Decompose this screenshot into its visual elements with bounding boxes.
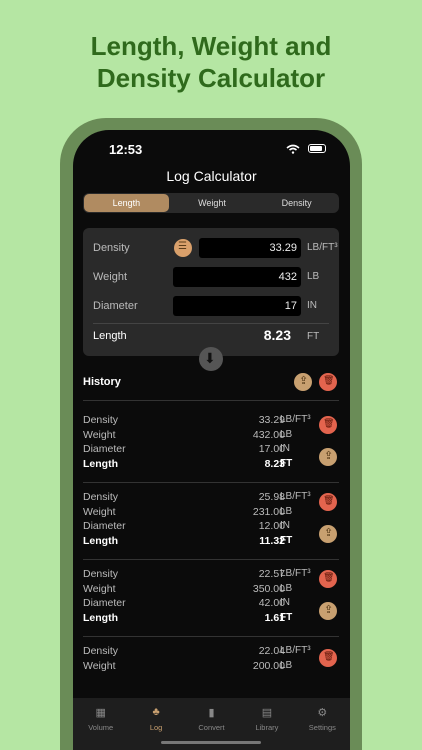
grid-icon: ▦: [95, 707, 106, 719]
entry-length-unit: FT: [280, 535, 293, 546]
separator: [83, 636, 339, 637]
entry-length-label: Length: [83, 612, 118, 624]
status-time: 12:53: [109, 142, 143, 157]
list-icon[interactable]: [174, 239, 192, 257]
gear-icon: ⚙: [317, 707, 328, 719]
density-label: Density: [93, 242, 130, 254]
entry-diameter-unit: IN: [280, 443, 290, 454]
wifi-icon: [286, 144, 300, 154]
divider: [93, 323, 329, 324]
share-icon[interactable]: [319, 448, 337, 466]
history-entry: Density 33.29 LB/FT³ Weight 432.00 LB Di…: [83, 414, 339, 478]
trash-all-icon[interactable]: [319, 373, 337, 391]
entry-weight-label: Weight: [83, 429, 116, 441]
entry-length-unit: FT: [280, 458, 293, 469]
status-bar: 12:53: [73, 142, 350, 160]
entry-density-label: Density: [83, 491, 119, 503]
diameter-input[interactable]: 17: [173, 296, 301, 316]
density-row: Density 33.29 LB/FT³: [93, 238, 338, 260]
diameter-label: Diameter: [93, 300, 138, 312]
entry-length-unit: FT: [280, 612, 293, 623]
separator: [83, 400, 339, 401]
entry-density-unit: LB/FT³: [280, 645, 311, 656]
entry-weight-label: Weight: [83, 506, 116, 518]
arrow-down-icon[interactable]: [199, 347, 223, 371]
tab-settings[interactable]: ⚙ Settings: [295, 698, 350, 750]
separator: [83, 482, 339, 483]
headline-line-2: Density Calculator: [96, 63, 326, 93]
entry-weight-label: Weight: [83, 660, 116, 672]
phone-screen: 12:53 Log Calculator Length Weight Densi…: [73, 130, 350, 750]
weight-input[interactable]: 432: [173, 267, 301, 287]
separator: [83, 559, 339, 560]
entry-weight-unit: LB: [280, 506, 293, 517]
entry-diameter-label: Diameter: [83, 597, 126, 609]
entry-weight-unit: LB: [280, 660, 293, 671]
length-unit: FT: [307, 331, 320, 342]
tab-label: Log: [149, 723, 163, 732]
diameter-unit: IN: [307, 300, 317, 311]
tab-label: Convert: [198, 723, 225, 732]
trash-icon[interactable]: [319, 416, 337, 434]
entry-density-unit: LB/FT³: [280, 491, 311, 502]
nav-title: Log Calculator: [166, 168, 257, 184]
entry-density-label: Density: [83, 645, 119, 657]
library-icon: ▤: [261, 707, 273, 719]
tab-label: Library: [255, 723, 279, 732]
tab-bar: ▦ Volume ♣ Log ▮ Convert ▤ Library ⚙ Set…: [73, 698, 350, 750]
tab-label: Settings: [308, 723, 336, 732]
weight-row: Weight 432 LB: [93, 267, 329, 289]
share-all-icon[interactable]: [294, 373, 312, 391]
share-icon[interactable]: [319, 525, 337, 543]
entry-density-label: Density: [83, 414, 119, 426]
trash-icon[interactable]: [319, 493, 337, 511]
headline: Length, Weight and Density Calculator: [0, 30, 422, 94]
tree-icon: ♣: [152, 706, 160, 718]
density-input[interactable]: 33.29: [199, 238, 301, 258]
density-unit: LB/FT³: [307, 242, 338, 253]
entry-density-unit: LB/FT³: [280, 568, 311, 579]
trash-icon[interactable]: [319, 649, 337, 667]
entry-density-unit: LB/FT³: [280, 414, 311, 425]
weight-unit: LB: [307, 271, 320, 282]
entry-diameter-unit: IN: [280, 597, 290, 608]
trash-icon[interactable]: [319, 570, 337, 588]
entry-length-label: Length: [83, 458, 118, 470]
share-icon[interactable]: [319, 602, 337, 620]
entry-length-label: Length: [83, 535, 118, 547]
tab-volume[interactable]: ▦ Volume: [73, 698, 128, 750]
entry-diameter-label: Diameter: [83, 520, 126, 532]
headline-line-1: Length, Weight and: [90, 31, 332, 61]
length-value: 8.23: [263, 327, 291, 343]
segment-length[interactable]: Length: [84, 194, 169, 212]
history-entry: Density 25.98 LB/FT³ Weight 231.00 LB Di…: [83, 491, 339, 555]
entry-density-label: Density: [83, 568, 119, 580]
segment-control: Length Weight Density: [83, 193, 339, 213]
weight-label: Weight: [93, 271, 128, 283]
segment-density[interactable]: Density: [254, 193, 339, 213]
entry-diameter-label: Diameter: [83, 443, 126, 455]
entry-diameter-unit: IN: [280, 520, 290, 531]
history-title: History: [83, 376, 121, 388]
diameter-row: Diameter 17 IN: [93, 296, 329, 318]
history-entry: Density 22.57 LB/FT³ Weight 350.00 LB Di…: [83, 568, 339, 632]
tab-label: Volume: [88, 723, 114, 732]
calculator-card: Density 33.29 LB/FT³ Weight 432 LB Diame…: [83, 228, 339, 356]
battery-icon: [308, 144, 326, 153]
length-label: Length: [93, 330, 127, 342]
home-indicator: [161, 741, 261, 744]
entry-weight-label: Weight: [83, 583, 116, 595]
entry-weight-unit: LB: [280, 429, 293, 440]
entry-weight-unit: LB: [280, 583, 293, 594]
segment-weight[interactable]: Weight: [170, 193, 255, 213]
book-icon: ▮: [208, 707, 215, 719]
